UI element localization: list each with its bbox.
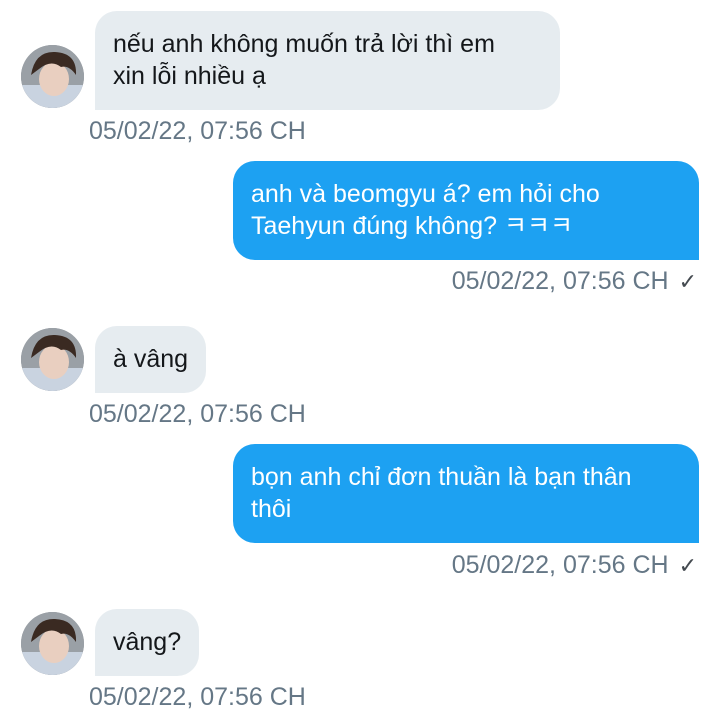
message-timestamp: 05/02/22, 07:56 CH [89,117,306,145]
message-timestamp-row: 05/02/22, 07:56 CH ✓ [452,266,697,297]
message-bubble-outgoing[interactable]: bọn anh chỉ đơn thuần là bạn thân thôi [233,444,699,543]
avatar-photo [21,45,84,108]
message-bubble-incoming[interactable]: à vâng [95,326,207,393]
message-timestamp: 05/02/22, 07:56 CH [451,551,669,579]
contact-avatar[interactable] [21,328,84,391]
checkmark-icon: ✓ [678,269,697,294]
message-bubble-outgoing[interactable]: anh và beomgyu á? em hỏi cho Taehyun đún… [233,161,699,260]
avatar-photo [21,612,84,675]
message-bubble-incoming[interactable]: nếu anh không muốn trả lời thì em xin lỗ… [95,11,560,110]
message-timestamp-row: 05/02/22, 07:56 CH ✓ [452,550,697,581]
contact-avatar[interactable] [21,612,84,675]
checkmark-icon: ✓ [678,553,697,578]
contact-avatar[interactable] [21,45,84,108]
avatar-photo [21,328,84,391]
message-timestamp: 05/02/22, 07:56 CH [451,267,669,295]
message-timestamp: 05/02/22, 07:56 CH [89,683,306,711]
message-timestamp: 05/02/22, 07:56 CH [89,400,306,428]
message-bubble-incoming[interactable]: vâng? [95,609,200,676]
